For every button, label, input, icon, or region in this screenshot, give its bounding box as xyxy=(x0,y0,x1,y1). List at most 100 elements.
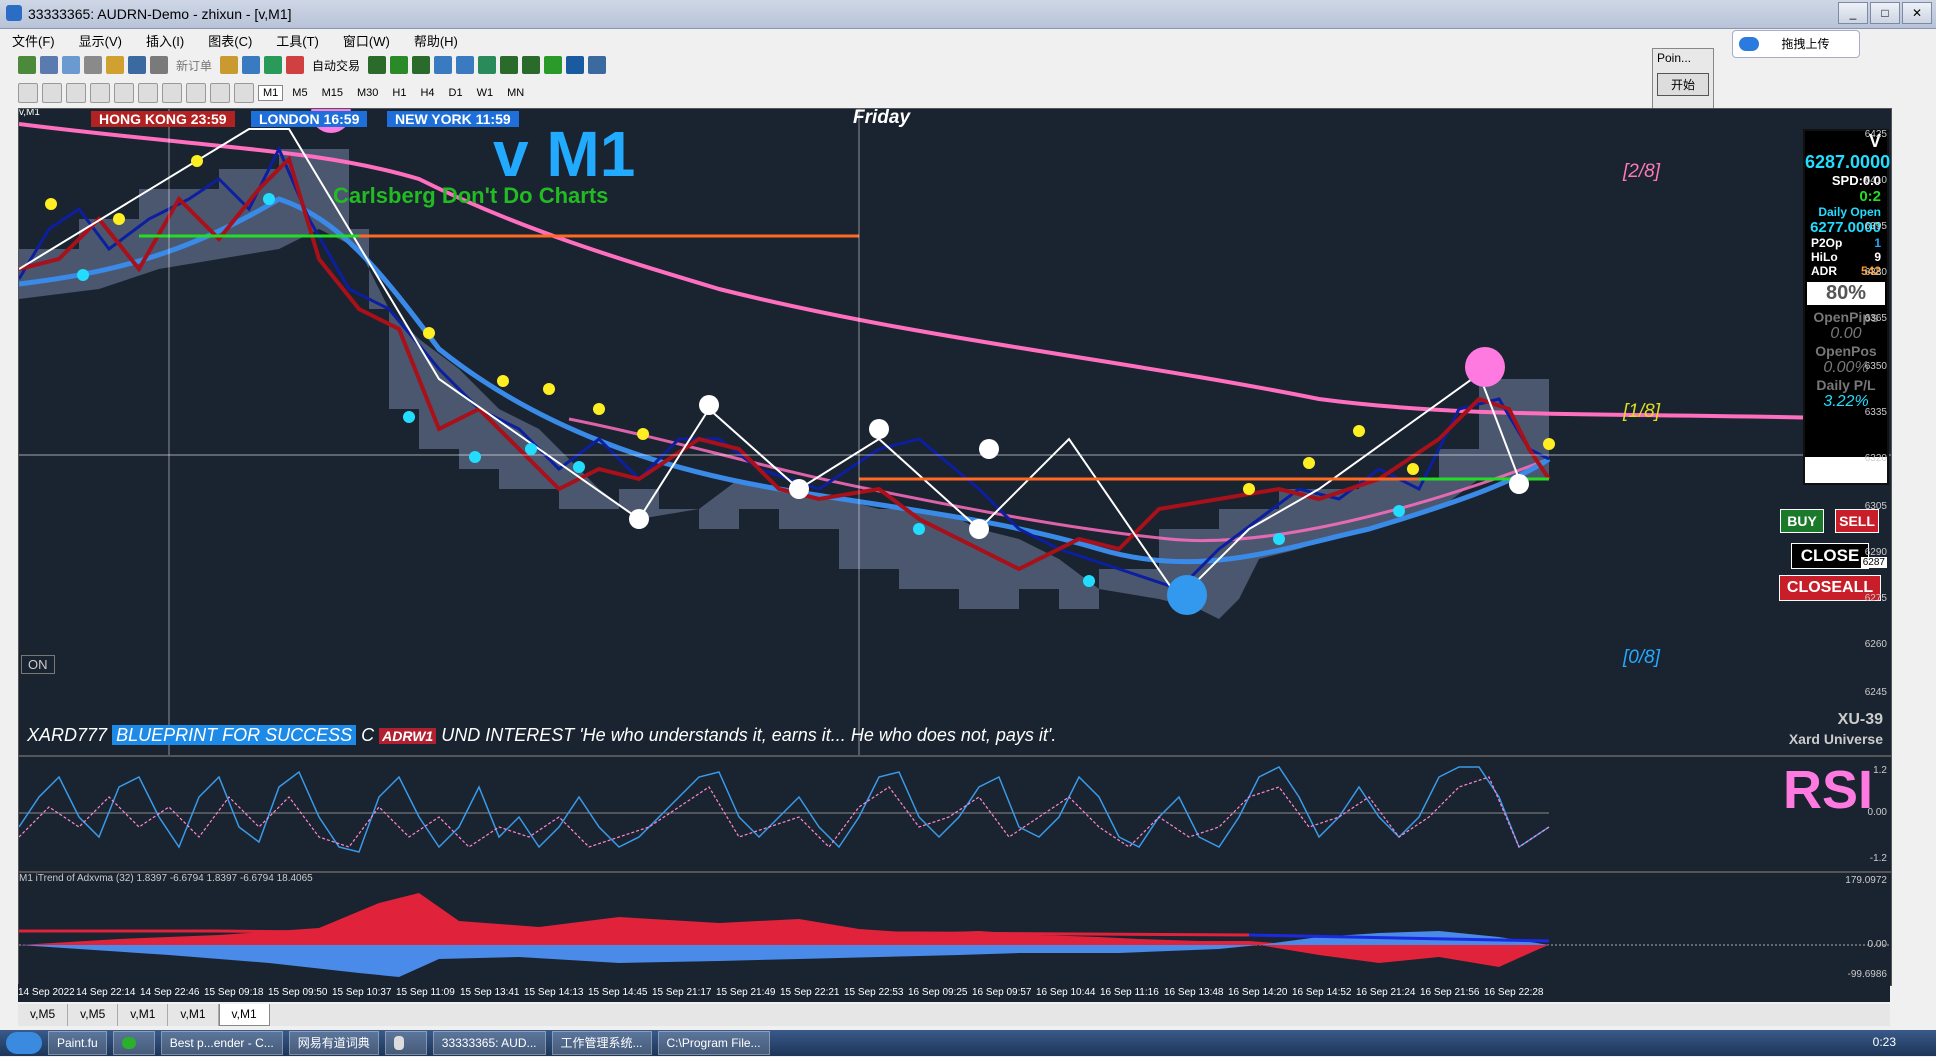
text-label-icon[interactable] xyxy=(210,83,230,103)
murrey-1-8: [1/8] xyxy=(1623,401,1660,422)
tile-windows-icon[interactable] xyxy=(478,56,497,74)
signals-icon[interactable] xyxy=(242,56,261,74)
time-tick: 15 Sep 13:41 xyxy=(460,987,520,998)
cursor-icon[interactable] xyxy=(18,83,38,103)
tab-v-m1[interactable]: v,M1 xyxy=(118,1004,169,1026)
candle-chart-icon[interactable] xyxy=(390,56,409,74)
tf-m15[interactable]: M15 xyxy=(317,85,348,101)
auto-trading-icon[interactable] xyxy=(286,56,305,74)
minimize-button[interactable]: _ xyxy=(1838,2,1868,24)
bar-chart-icon[interactable] xyxy=(368,56,387,74)
time-tick: 16 Sep 09:25 xyxy=(908,987,968,998)
data-window-icon[interactable] xyxy=(84,56,102,74)
menu-tools[interactable]: 工具(T) xyxy=(264,31,331,50)
market-icon[interactable] xyxy=(264,56,283,74)
tab-v-m5-2[interactable]: v,M5 xyxy=(68,1004,119,1026)
task-wechat[interactable] xyxy=(112,1031,155,1055)
arrows-icon[interactable] xyxy=(234,83,254,103)
chart-shift-icon[interactable] xyxy=(500,56,519,74)
menu-file[interactable]: 文件(F) xyxy=(0,31,67,50)
murrey-0-8: [0/8] xyxy=(1623,647,1660,668)
tf-mn[interactable]: MN xyxy=(502,85,529,101)
task-workmgr[interactable]: 工作管理系统... xyxy=(551,1031,652,1055)
close-button[interactable]: CLOSE xyxy=(1791,543,1869,569)
rsi-label: RSI xyxy=(1783,760,1874,820)
time-tick: 15 Sep 14:45 xyxy=(588,987,648,998)
tester-icon[interactable] xyxy=(150,56,168,74)
periods-icon[interactable] xyxy=(566,56,585,74)
fibonacci-icon[interactable] xyxy=(162,83,182,103)
tf-m1[interactable]: M1 xyxy=(258,85,284,101)
new-chart-icon[interactable] xyxy=(18,56,36,74)
main-chart[interactable]: v,M1 HONG KONG 23:59 LONDON 16:59 NEW YO… xyxy=(18,108,1892,756)
menu-chart[interactable]: 图表(C) xyxy=(196,31,264,50)
menu-view[interactable]: 显示(V) xyxy=(67,31,134,50)
close-window-button[interactable]: ✕ xyxy=(1902,2,1932,24)
itrend-caption: M1 iTrend of Adxvma (32) 1.8397 -6.6794 … xyxy=(19,873,313,884)
channel-icon[interactable] xyxy=(138,83,158,103)
meta-editor-icon[interactable] xyxy=(220,56,239,74)
task-mic[interactable] xyxy=(384,1031,427,1055)
tab-v-m1-active[interactable]: v,M1 xyxy=(218,1004,270,1026)
menu-insert[interactable]: 插入(I) xyxy=(134,31,196,50)
tf-w1[interactable]: W1 xyxy=(472,85,499,101)
task-paint[interactable]: Paint.fu xyxy=(48,1031,107,1055)
tf-m30[interactable]: M30 xyxy=(352,85,383,101)
task-chrome[interactable]: Best p...ender - C... xyxy=(160,1031,283,1055)
upload-widget[interactable]: 拖拽上传 xyxy=(1732,30,1860,58)
footer-blueprint: BLUEPRINT FOR SUCCESS xyxy=(112,725,357,745)
tf-h1[interactable]: H1 xyxy=(387,85,411,101)
time-tick: 14 Sep 22:14 xyxy=(76,987,136,998)
task-mt4[interactable]: 33333365: AUD... xyxy=(432,1031,546,1055)
zoom-in-icon[interactable] xyxy=(434,56,453,74)
price-tick: 6395 xyxy=(1864,221,1887,232)
start-button[interactable]: 开始 xyxy=(1657,73,1709,96)
indicators-icon[interactable] xyxy=(544,56,563,74)
tf-h4[interactable]: H4 xyxy=(415,85,439,101)
brand-universe: Xard Universe xyxy=(1788,731,1883,747)
trendline-icon[interactable] xyxy=(114,83,134,103)
market-watch-icon[interactable] xyxy=(62,56,80,74)
rsi-subwindow[interactable]: RSI 1.2 0.00 -1.2 xyxy=(18,756,1892,872)
horizontal-line-icon[interactable] xyxy=(90,83,110,103)
tf-d1[interactable]: D1 xyxy=(444,85,468,101)
sell-button[interactable]: SELL xyxy=(1835,509,1879,533)
text-icon[interactable] xyxy=(186,83,206,103)
taskbar: Paint.fu Best p...ender - C... 网易有道词典 33… xyxy=(0,1030,1936,1056)
tf-m5[interactable]: M5 xyxy=(287,85,312,101)
time-tick: 16 Sep 14:52 xyxy=(1292,987,1352,998)
app-icon xyxy=(6,5,22,21)
task-explorer[interactable]: C:\Program File... xyxy=(657,1031,770,1055)
main-toolbar: 新订单 自动交易 xyxy=(0,52,898,78)
tab-v-m5[interactable]: v,M5 xyxy=(18,1004,69,1026)
itrend-subwindow[interactable]: M1 iTrend of Adxvma (32) 1.8397 -6.6794 … xyxy=(18,872,1892,986)
navigator-icon[interactable] xyxy=(106,56,124,74)
autoscroll-icon[interactable] xyxy=(522,56,541,74)
vertical-line-icon[interactable] xyxy=(66,83,86,103)
menu-help[interactable]: 帮助(H) xyxy=(402,31,470,50)
task-youdao[interactable]: 网易有道词典 xyxy=(288,1031,379,1055)
time-tick: 16 Sep 09:57 xyxy=(972,987,1032,998)
info-price: 6287.0000 xyxy=(1805,152,1891,172)
terminal-icon[interactable] xyxy=(128,56,146,74)
profiles-icon[interactable] xyxy=(40,56,58,74)
buy-button[interactable]: BUY xyxy=(1780,509,1824,533)
templates-icon[interactable] xyxy=(588,56,607,74)
tab-v-m1-2[interactable]: v,M1 xyxy=(168,1004,219,1026)
auto-trade-button[interactable]: 自动交易 xyxy=(308,57,364,74)
adr-label: ADR xyxy=(1811,264,1837,278)
start-icon[interactable] xyxy=(6,1032,42,1054)
crosshair-icon[interactable] xyxy=(42,83,62,103)
p2op-value: 1 xyxy=(1874,236,1881,250)
time-tick: 15 Sep 11:09 xyxy=(396,987,455,998)
chart-tabs: v,M5 v,M5 v,M1 v,M1 v,M1 xyxy=(18,1004,1890,1026)
new-order-button[interactable]: 新订单 xyxy=(172,57,216,74)
maximize-button[interactable]: □ xyxy=(1870,2,1900,24)
menu-window[interactable]: 窗口(W) xyxy=(331,31,402,50)
wechat-icon xyxy=(121,1037,136,1049)
footer-xard: XARD777 xyxy=(27,725,108,745)
rsi-axis-top: 1.2 xyxy=(1873,765,1887,776)
zoom-out-icon[interactable] xyxy=(456,56,475,74)
line-chart-icon[interactable] xyxy=(412,56,431,74)
on-toggle[interactable]: ON xyxy=(21,655,55,674)
